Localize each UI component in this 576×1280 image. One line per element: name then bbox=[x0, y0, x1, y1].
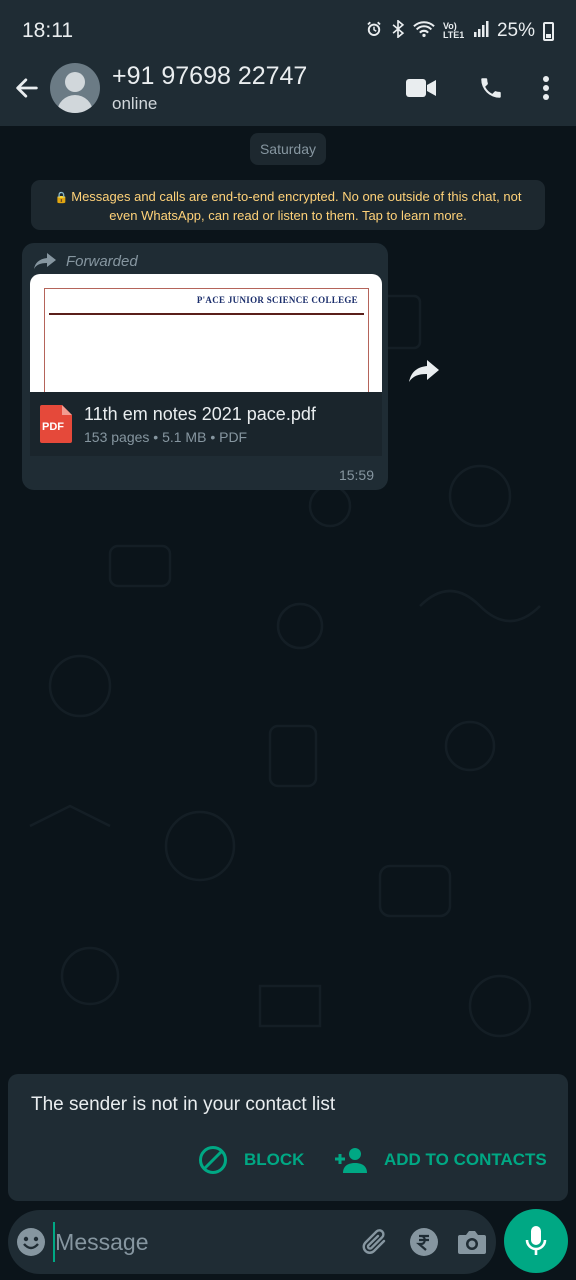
video-call-icon bbox=[406, 79, 436, 97]
document-preview[interactable]: P'ACE JUNIOR SCIENCE COLLEGE bbox=[30, 274, 382, 392]
message-time: 15:59 bbox=[338, 467, 374, 483]
back-button[interactable] bbox=[4, 58, 50, 118]
mic-icon bbox=[525, 1226, 547, 1255]
alarm-icon bbox=[365, 20, 383, 43]
encryption-notice-text: Messages and calls are end-to-end encryp… bbox=[71, 189, 522, 223]
pdf-icon-label: PDF bbox=[42, 421, 64, 433]
avatar[interactable] bbox=[50, 63, 100, 113]
contact-status: online bbox=[112, 94, 158, 113]
document-logo: P'ACE JUNIOR SCIENCE COLLEGE bbox=[196, 295, 358, 305]
more-options-button[interactable] bbox=[526, 58, 566, 118]
file-name: 11th em notes 2021 pace.pdf bbox=[84, 404, 316, 424]
more-options-icon bbox=[543, 76, 549, 100]
chat-area[interactable]: Saturday 🔒 Messages and calls are end-to-… bbox=[0, 126, 576, 1210]
bluetooth-icon bbox=[391, 18, 405, 43]
pdf-icon: PDF bbox=[40, 405, 72, 443]
block-icon bbox=[199, 1146, 227, 1174]
contact-info[interactable]: +91 97698 22747 online bbox=[112, 61, 386, 115]
payment-button[interactable] bbox=[399, 1210, 447, 1274]
phone-icon bbox=[481, 78, 501, 98]
share-button[interactable] bbox=[404, 351, 444, 391]
emoji-button[interactable] bbox=[8, 1210, 53, 1274]
message-input[interactable] bbox=[53, 1222, 352, 1262]
camera-icon bbox=[457, 1231, 486, 1254]
status-icons: Vo) LTE1 25% bbox=[365, 18, 554, 43]
file-attachment[interactable]: PDF 11th em notes 2021 pace.pdf 153 page… bbox=[30, 392, 382, 456]
camera-button[interactable] bbox=[448, 1210, 496, 1274]
encryption-notice[interactable]: 🔒 Messages and calls are end-to-end encry… bbox=[31, 180, 545, 230]
signal-icon bbox=[473, 20, 489, 42]
lock-icon: 🔒 bbox=[54, 192, 69, 204]
battery-icon bbox=[543, 21, 554, 41]
video-call-button[interactable] bbox=[386, 58, 456, 118]
voice-message-button[interactable] bbox=[504, 1209, 568, 1273]
contact-name: +91 97698 22747 bbox=[112, 62, 308, 90]
add-contact-icon bbox=[335, 1148, 367, 1173]
message-composer bbox=[8, 1210, 496, 1274]
file-meta: 153 pages • 5.1 MB • PDF bbox=[84, 429, 248, 445]
forward-icon bbox=[34, 253, 56, 269]
unknown-sender-card: The sender is not in your contact list B… bbox=[8, 1074, 568, 1201]
status-time: 18:11 bbox=[22, 19, 73, 42]
emoji-icon bbox=[16, 1228, 45, 1256]
message-bubble[interactable]: Forwarded P'ACE JUNIOR SCIENCE COLLEGE P… bbox=[22, 243, 388, 490]
block-label: BLOCK bbox=[244, 1150, 305, 1169]
block-button[interactable]: BLOCK bbox=[198, 1144, 304, 1176]
wifi-icon bbox=[413, 20, 435, 43]
voice-call-button[interactable] bbox=[456, 58, 526, 118]
battery-percent: 25% bbox=[496, 20, 535, 41]
back-arrow-icon bbox=[16, 78, 38, 98]
rupee-icon bbox=[409, 1228, 438, 1256]
date-chip: Saturday bbox=[250, 133, 326, 165]
document-page: P'ACE JUNIOR SCIENCE COLLEGE bbox=[44, 288, 369, 392]
attach-icon bbox=[362, 1229, 386, 1254]
add-to-contacts-button[interactable]: ADD TO CONTACTS bbox=[334, 1144, 547, 1176]
unknown-sender-text: The sender is not in your contact list bbox=[31, 1094, 336, 1115]
add-to-contacts-label: ADD TO CONTACTS bbox=[384, 1150, 547, 1169]
share-icon bbox=[409, 360, 439, 382]
forwarded-text: Forwarded bbox=[66, 252, 138, 270]
network-label: Vo) LTE1 bbox=[442, 21, 465, 40]
attach-button[interactable] bbox=[351, 1210, 399, 1274]
chat-header: +91 97698 22747 online bbox=[0, 50, 576, 126]
forwarded-label: Forwarded bbox=[34, 247, 138, 275]
